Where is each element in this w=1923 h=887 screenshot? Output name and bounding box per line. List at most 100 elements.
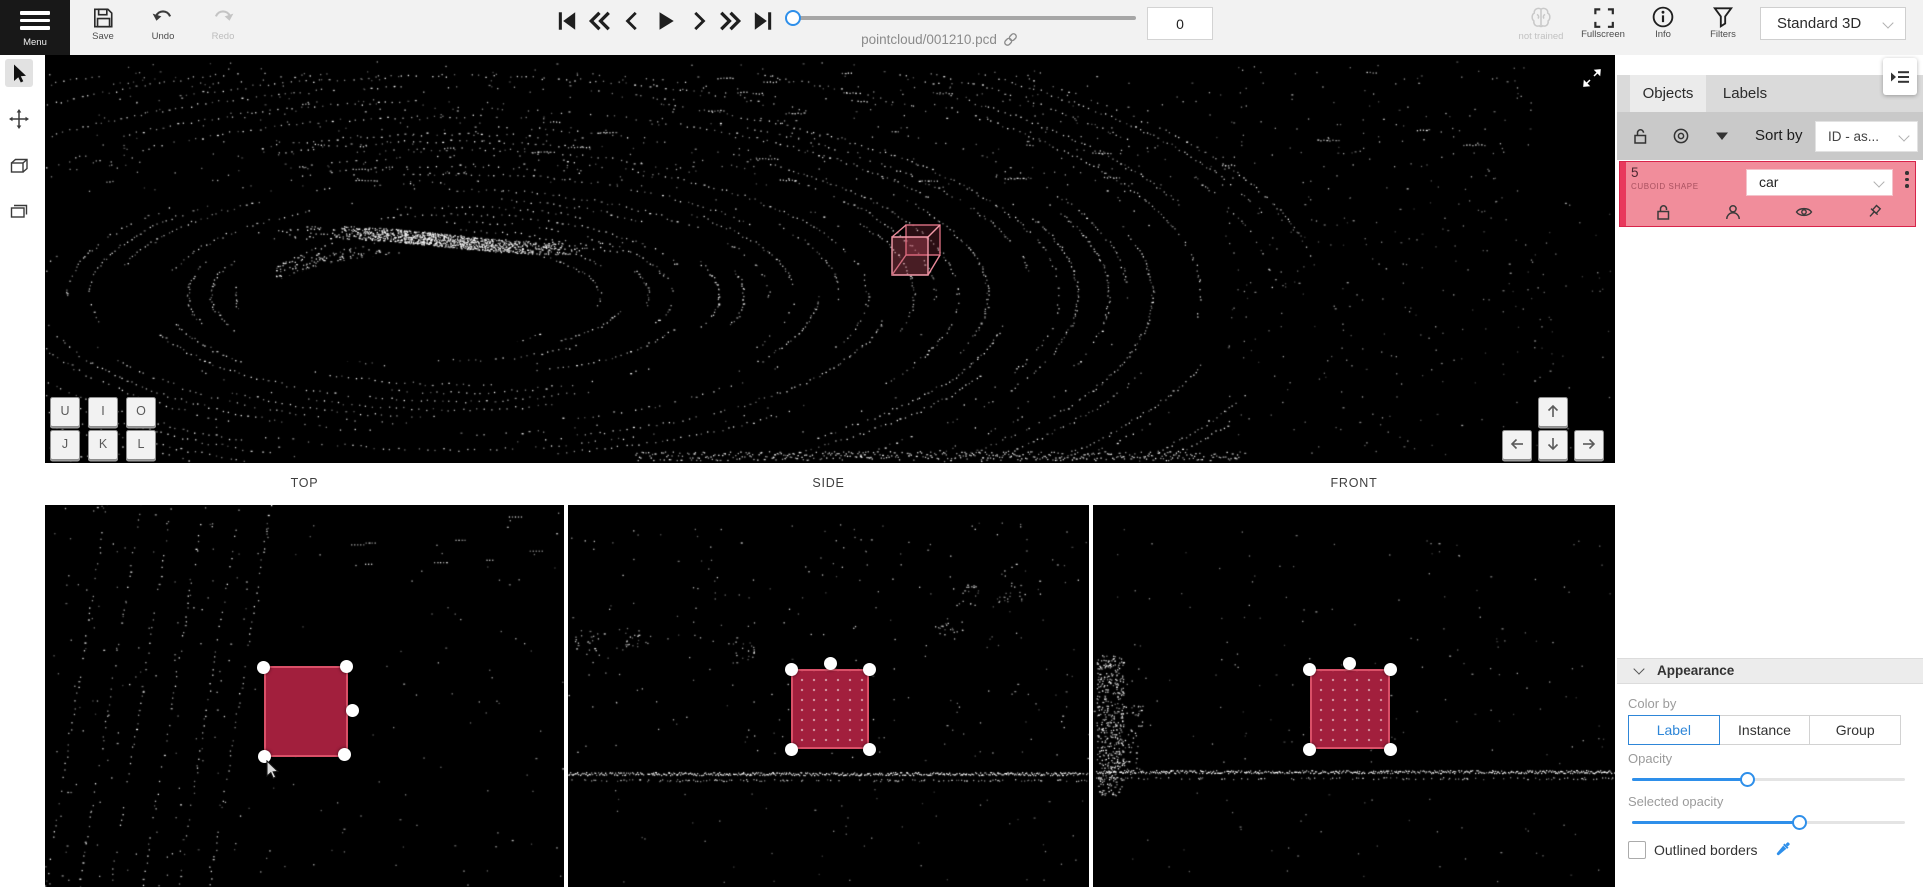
info-button[interactable]: Info [1632, 5, 1694, 53]
object-assignee-button[interactable] [1724, 203, 1742, 221]
frames-icon [8, 200, 30, 222]
side-view-label: SIDE [568, 476, 1089, 490]
top-view-annotation-box[interactable] [264, 666, 348, 757]
brain-icon [1528, 5, 1554, 31]
timeline-slider-track[interactable] [790, 16, 1136, 20]
skip-to-start-button[interactable] [552, 7, 582, 35]
cuboid-annotation-3d[interactable] [890, 223, 944, 279]
model-training-button[interactable]: not trained [1510, 5, 1572, 53]
hotkey-j: J [50, 430, 80, 460]
main-3d-viewport[interactable]: U I O J K L [45, 55, 1615, 463]
expand-objects-button[interactable] [1713, 127, 1731, 145]
side-handle-bl[interactable] [785, 743, 798, 756]
visibility-all-button[interactable] [1672, 127, 1690, 145]
chevron-down-icon [1882, 17, 1893, 28]
side-handle-tr[interactable] [863, 663, 876, 676]
filters-button[interactable]: Filters [1692, 5, 1754, 53]
top-handle-right-mid[interactable] [346, 704, 359, 717]
sort-select[interactable]: ID - as... [1815, 121, 1918, 152]
main-3d-canvas[interactable] [45, 55, 1615, 463]
move-tool-button[interactable] [5, 105, 33, 133]
tool-rail [0, 55, 38, 887]
front-handle-tr[interactable] [1384, 663, 1397, 676]
fullscreen-button[interactable]: Fullscreen [1572, 5, 1634, 53]
top-ortho-view[interactable] [45, 505, 564, 887]
unlock-icon [1654, 203, 1672, 221]
fast-rewind-button[interactable] [585, 7, 615, 35]
undo-icon [151, 6, 175, 30]
frames-tool-button[interactable] [5, 197, 33, 225]
arrow-right-key[interactable] [1574, 430, 1604, 460]
save-button[interactable]: Save [80, 4, 126, 52]
menu-button[interactable]: Menu [0, 0, 70, 55]
lock-icon [1631, 127, 1649, 145]
object-shape-type: CUBOID SHAPE [1631, 182, 1699, 191]
top-handle-tl[interactable] [257, 661, 270, 674]
cuboid-icon [8, 155, 30, 177]
arrow-up-key[interactable] [1538, 397, 1568, 427]
front-handle-br[interactable] [1384, 743, 1397, 756]
side-handle-br[interactable] [863, 743, 876, 756]
top-handle-br[interactable] [338, 748, 351, 761]
selected-opacity-label: Selected opacity [1628, 794, 1723, 809]
arrow-left-key[interactable] [1502, 430, 1532, 460]
view-mode-value: Standard 3D [1777, 15, 1861, 32]
fast-forward-button[interactable] [715, 7, 745, 35]
opacity-slider-track[interactable] [1632, 778, 1905, 781]
skip-end-icon [751, 9, 775, 33]
collapse-panel-button[interactable] [1883, 58, 1917, 95]
opacity-label: Opacity [1628, 751, 1672, 766]
appearance-section-header[interactable]: Appearance [1617, 658, 1923, 684]
previous-frame-button[interactable] [618, 7, 648, 35]
side-view-annotation-box[interactable] [791, 669, 869, 749]
cuboid-tool-button[interactable] [5, 152, 33, 180]
object-pin-button[interactable] [1865, 203, 1883, 221]
redo-label: Redo [200, 31, 246, 42]
skip-to-end-button[interactable] [748, 7, 778, 35]
object-id: 5 [1631, 165, 1639, 180]
lock-all-button[interactable] [1631, 127, 1649, 145]
front-handle-top-mid[interactable] [1343, 657, 1356, 670]
redo-button[interactable]: Redo [200, 4, 246, 52]
side-handle-top-mid[interactable] [824, 657, 837, 670]
timeline-slider-handle[interactable] [785, 10, 801, 26]
color-by-option-group[interactable]: Group [1809, 715, 1901, 745]
top-handle-tr[interactable] [340, 660, 353, 673]
object-category-select[interactable]: car [1746, 169, 1893, 196]
selected-opacity-slider-track[interactable] [1632, 821, 1905, 824]
expand-view-icon[interactable] [1581, 67, 1603, 89]
chevron-down-icon [1898, 130, 1909, 141]
side-handle-tl[interactable] [785, 663, 798, 676]
object-visibility-button[interactable] [1795, 203, 1813, 221]
object-menu-button[interactable] [1900, 168, 1914, 198]
color-by-option-label[interactable]: Label [1628, 715, 1720, 745]
front-handle-bl[interactable] [1303, 743, 1316, 756]
pin-icon [1865, 203, 1883, 221]
fullscreen-icon [1591, 5, 1615, 29]
outlined-borders-checkbox[interactable] [1628, 841, 1646, 859]
object-lock-button[interactable] [1654, 203, 1672, 221]
front-view-annotation-box[interactable] [1310, 669, 1390, 749]
tab-labels[interactable]: Labels [1712, 75, 1778, 112]
frame-number-input[interactable] [1147, 7, 1213, 40]
side-ortho-view[interactable] [568, 505, 1089, 887]
select-tool-button[interactable] [5, 59, 33, 87]
undo-label: Undo [140, 31, 186, 42]
tab-objects[interactable]: Objects [1630, 75, 1706, 112]
arrow-down-key[interactable] [1538, 430, 1568, 460]
opacity-slider-handle[interactable] [1740, 772, 1755, 787]
filename-text: pointcloud/001210.pcd [861, 32, 997, 47]
link-icon[interactable] [1002, 31, 1019, 48]
eyedropper-icon[interactable] [1773, 839, 1793, 859]
object-row[interactable]: 5 CUBOID SHAPE car [1619, 161, 1916, 227]
selected-opacity-slider-handle[interactable] [1792, 815, 1807, 830]
panel-tab-strip: Objects Labels [1617, 75, 1923, 112]
front-ortho-view[interactable] [1093, 505, 1615, 887]
play-button[interactable] [650, 7, 680, 35]
view-mode-select[interactable]: Standard 3D [1760, 7, 1906, 40]
front-handle-tl[interactable] [1303, 663, 1316, 676]
color-by-option-instance[interactable]: Instance [1719, 715, 1811, 745]
move-icon [8, 108, 30, 130]
undo-button[interactable]: Undo [140, 4, 186, 52]
next-frame-button[interactable] [683, 7, 713, 35]
